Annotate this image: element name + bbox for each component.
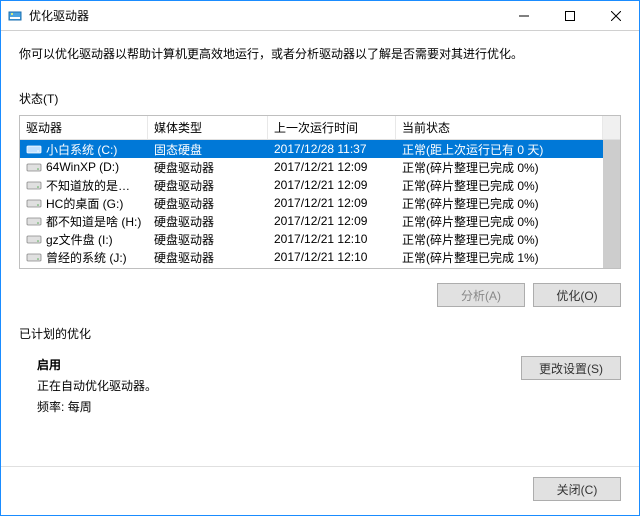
- drive-icon: [26, 161, 42, 173]
- close-dialog-button[interactable]: 关闭(C): [533, 477, 621, 501]
- drive-icon: [26, 179, 42, 191]
- minimize-button[interactable]: [501, 1, 547, 31]
- table-row[interactable]: HC的桌面 (G:) 硬盘驱动器2017/12/21 12:09正常(碎片整理已完…: [20, 194, 620, 212]
- last-run: 2017/12/21 12:09: [268, 214, 396, 228]
- drive-icon: [26, 197, 42, 209]
- table-header[interactable]: 驱动器 媒体类型 上一次运行时间 当前状态: [20, 116, 620, 140]
- status-label: 状态(T): [19, 90, 621, 107]
- current-status: 正常(碎片整理已完成 1%): [396, 249, 620, 266]
- maximize-button[interactable]: [547, 1, 593, 31]
- current-status: 正常(碎片整理已完成 0%): [396, 231, 620, 248]
- last-run: 2017/12/21 12:10: [268, 250, 396, 264]
- table-row[interactable]: 都不知道是啥 (H:) 硬盘驱动器2017/12/21 12:09正常(碎片整理已…: [20, 212, 620, 230]
- table-row[interactable]: 曾经的系统 (J:) 硬盘驱动器2017/12/21 12:10正常(碎片整理已完…: [20, 248, 620, 266]
- schedule-frequency: 频率: 每周: [37, 398, 157, 415]
- description-text: 你可以优化驱动器以帮助计算机更高效地运行，或者分析驱动器以了解是否需要对其进行优…: [19, 45, 621, 62]
- media-type: 硬盘驱动器: [148, 231, 268, 248]
- media-type: 硬盘驱动器: [148, 195, 268, 212]
- schedule-auto-text: 正在自动优化驱动器。: [37, 377, 157, 394]
- last-run: 2017/12/28 11:37: [268, 142, 396, 156]
- drive-name: 64WinXP (D:): [46, 160, 119, 174]
- freq-value: 每周: [68, 400, 92, 414]
- scrollbar[interactable]: [603, 140, 620, 268]
- drive-icon: [26, 143, 42, 155]
- drive-name: HC的桌面 (G:): [46, 195, 123, 212]
- current-status: 正常(碎片整理已完成 0%): [396, 159, 620, 176]
- table-row[interactable]: 不知道放的是什么 ... 硬盘驱动器2017/12/21 12:09正常(碎片整理…: [20, 176, 620, 194]
- last-run: 2017/12/21 12:10: [268, 232, 396, 246]
- app-icon: [7, 8, 23, 24]
- media-type: 硬盘驱动器: [148, 177, 268, 194]
- drive-name: 曾经的系统 (J:): [46, 249, 127, 266]
- media-type: 硬盘驱动器: [148, 249, 268, 266]
- current-status: 正常(碎片整理已完成 0%): [396, 195, 620, 212]
- drive-name: 小白系统 (C:): [46, 141, 117, 158]
- col-media[interactable]: 媒体类型: [148, 116, 268, 139]
- current-status: 正常(碎片整理已完成 0%): [396, 213, 620, 230]
- col-current[interactable]: 当前状态: [396, 116, 603, 139]
- window-title: 优化驱动器: [29, 7, 89, 24]
- col-drive[interactable]: 驱动器: [20, 116, 148, 139]
- drives-table: 驱动器 媒体类型 上一次运行时间 当前状态 小白系统 (C:)固态硬盘2017/…: [19, 115, 621, 269]
- footer: 关闭(C): [1, 466, 639, 515]
- table-body: 小白系统 (C:) 固态硬盘2017/12/28 11:37正常(距上次运行已有 …: [20, 140, 620, 268]
- col-last-run[interactable]: 上一次运行时间: [268, 116, 396, 139]
- table-row[interactable]: 64WinXP (D:) 硬盘驱动器2017/12/21 12:09正常(碎片整理…: [20, 158, 620, 176]
- freq-label: 频率:: [37, 400, 64, 414]
- media-type: 固态硬盘: [148, 141, 268, 158]
- analyze-button[interactable]: 分析(A): [437, 283, 525, 307]
- media-type: 硬盘驱动器: [148, 159, 268, 176]
- last-run: 2017/12/21 12:09: [268, 178, 396, 192]
- scroll-header-spacer: [603, 116, 620, 139]
- drive-name: gz文件盘 (I:): [46, 231, 113, 248]
- optimize-button[interactable]: 优化(O): [533, 283, 621, 307]
- last-run: 2017/12/21 12:09: [268, 160, 396, 174]
- close-button[interactable]: [593, 1, 639, 31]
- drive-name: 不知道放的是什么 ...: [46, 177, 142, 194]
- table-row[interactable]: 小白系统 (C:) 固态硬盘2017/12/28 11:37正常(距上次运行已有 …: [20, 140, 620, 158]
- media-type: 硬盘驱动器: [148, 213, 268, 230]
- scroll-thumb[interactable]: [603, 140, 620, 268]
- change-settings-button[interactable]: 更改设置(S): [521, 356, 621, 380]
- current-status: 正常(碎片整理已完成 0%): [396, 177, 620, 194]
- drive-icon: [26, 215, 42, 227]
- drive-name: 都不知道是啥 (H:): [46, 213, 141, 230]
- drive-icon: [26, 251, 42, 263]
- titlebar[interactable]: 优化驱动器: [1, 1, 639, 31]
- drive-icon: [26, 233, 42, 245]
- table-row[interactable]: gz文件盘 (I:) 硬盘驱动器2017/12/21 12:10正常(碎片整理已完…: [20, 230, 620, 248]
- schedule-section-label: 已计划的优化: [19, 325, 621, 342]
- current-status: 正常(距上次运行已有 0 天): [396, 141, 620, 158]
- schedule-enabled-label: 启用: [37, 356, 157, 373]
- last-run: 2017/12/21 12:09: [268, 196, 396, 210]
